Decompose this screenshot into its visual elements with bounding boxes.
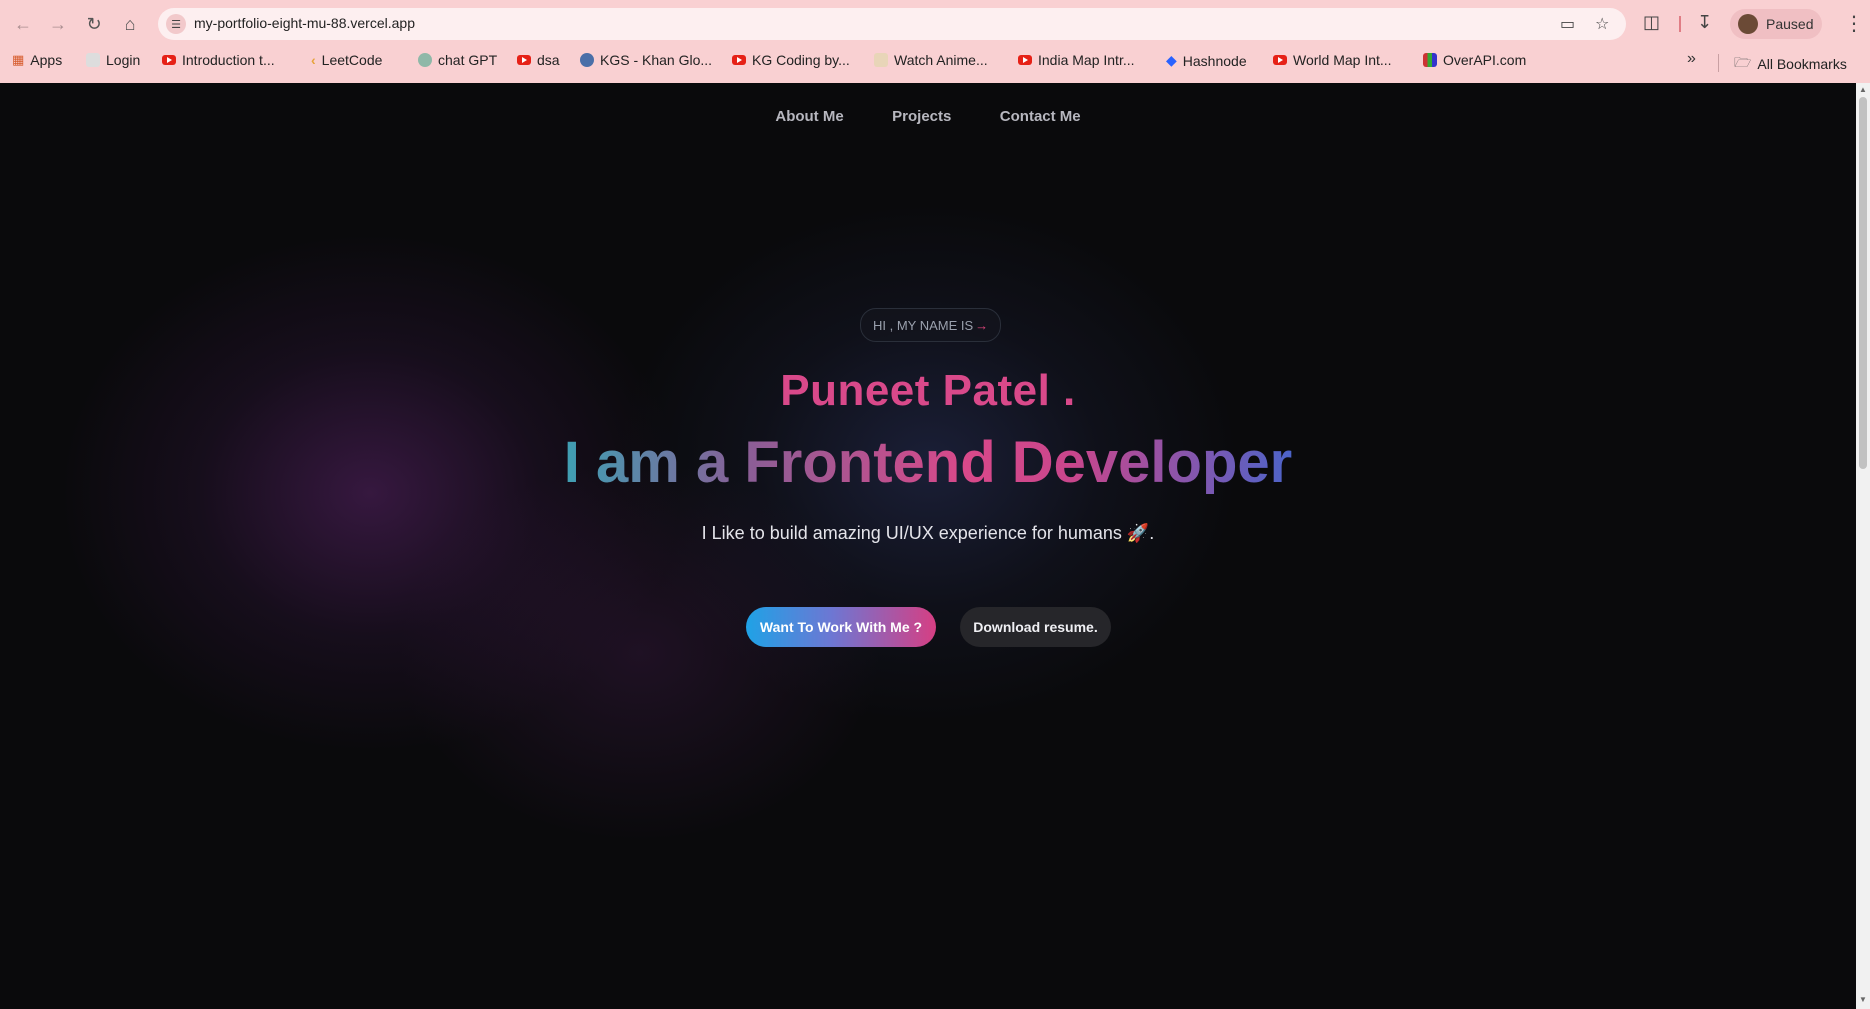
nav-contact-me[interactable]: Contact Me	[1000, 108, 1081, 125]
youtube-icon	[517, 55, 531, 65]
nav-about-me[interactable]: About Me	[775, 108, 843, 125]
page-icon	[86, 53, 100, 67]
download-icon[interactable]: ↧	[1697, 12, 1712, 33]
chatgpt-icon	[418, 53, 432, 67]
profile-button[interactable]: Paused	[1730, 9, 1822, 39]
youtube-icon	[1273, 55, 1287, 65]
browser-menu-icon[interactable]: ⋮	[1844, 11, 1864, 36]
bookmark-dsa[interactable]: dsa	[517, 52, 560, 68]
page-scrollbar[interactable]: ▲ ▼	[1856, 83, 1870, 1009]
kgs-icon	[580, 53, 594, 67]
bookmarks-divider	[1718, 54, 1719, 72]
hero-tagline: I Like to build amazing UI/UX experience…	[701, 523, 1155, 543]
bookmark-star-icon[interactable]: ☆	[1595, 14, 1609, 34]
hero-headline: I am a Frontend Developer	[0, 429, 1856, 496]
folder-icon: 🗁	[1734, 54, 1752, 70]
page-viewport: About Me Projects Contact Me HI , MY NAM…	[0, 83, 1856, 1009]
intro-pill: HI , MY NAME IS →	[860, 308, 1002, 342]
overapi-icon	[1423, 53, 1437, 67]
youtube-icon	[1018, 55, 1032, 65]
scroll-thumb[interactable]	[1859, 97, 1867, 469]
toolbar-divider	[1679, 16, 1681, 32]
work-with-me-button[interactable]: Want To Work With Me ?	[746, 607, 936, 647]
apps-grid-icon: ▦	[12, 52, 25, 67]
browser-chrome: ← → ↻ ⌂ ☰ my-portfolio-eight-mu-88.verce…	[0, 0, 1870, 83]
extensions-icon[interactable]: ◫	[1643, 12, 1660, 33]
youtube-icon	[732, 55, 746, 65]
bookmark-kg-coding[interactable]: KG Coding by...	[732, 52, 850, 68]
avatar	[1738, 14, 1758, 34]
scroll-down-icon[interactable]: ▼	[1859, 995, 1867, 1004]
install-app-icon[interactable]: ▭	[1560, 14, 1575, 34]
back-button[interactable]: ←	[10, 11, 36, 37]
bookmark-watch-anime[interactable]: Watch Anime...	[874, 52, 988, 68]
hero-headline-text: I am a Frontend Developer	[563, 430, 1293, 495]
arrow-right-icon: →	[975, 317, 989, 333]
intro-text: HI , MY NAME IS	[873, 317, 974, 333]
leetcode-icon: ‹	[311, 52, 316, 68]
address-bar[interactable]: ☰ my-portfolio-eight-mu-88.vercel.app ▭ …	[158, 8, 1626, 40]
url-text[interactable]: my-portfolio-eight-mu-88.vercel.app	[194, 15, 415, 31]
all-bookmarks-button[interactable]: 🗁 All Bookmarks	[1734, 52, 1847, 76]
hero-name: Puneet Patel .	[780, 366, 1076, 415]
background-glow	[400, 463, 880, 843]
site-nav: About Me Projects Contact Me	[0, 108, 1856, 126]
hashnode-icon: ◆	[1166, 52, 1177, 68]
bookmark-overapi[interactable]: OverAPI.com	[1423, 52, 1526, 68]
bookmark-world-map[interactable]: World Map Int...	[1273, 52, 1392, 68]
bookmark-leetcode[interactable]: ‹ LeetCode	[311, 52, 382, 68]
youtube-icon	[162, 55, 176, 65]
bookmark-chatgpt[interactable]: chat GPT	[418, 52, 497, 68]
bookmark-login[interactable]: Login	[86, 52, 140, 68]
bookmarks-overflow-button[interactable]: »	[1687, 50, 1696, 68]
scroll-up-icon[interactable]: ▲	[1859, 85, 1867, 94]
reload-button[interactable]: ↻	[81, 11, 107, 37]
download-resume-button[interactable]: Download resume.	[960, 607, 1111, 647]
bookmark-hashnode[interactable]: ◆ Hashnode	[1166, 52, 1247, 69]
bookmark-kgs[interactable]: KGS - Khan Glo...	[580, 52, 712, 68]
site-info-icon[interactable]: ☰	[166, 14, 186, 34]
forward-button[interactable]: →	[45, 11, 71, 37]
anime-icon	[874, 53, 888, 67]
bookmark-apps[interactable]: ▦ Apps	[12, 52, 62, 68]
nav-projects[interactable]: Projects	[892, 108, 951, 125]
profile-status: Paused	[1766, 16, 1814, 32]
home-button[interactable]: ⌂	[117, 11, 143, 37]
bookmark-india-map[interactable]: India Map Intr...	[1018, 52, 1135, 68]
browser-toolbar: ← → ↻ ⌂ ☰ my-portfolio-eight-mu-88.verce…	[0, 0, 1870, 48]
bookmarks-bar: ▦ Apps Login Introduction t... ‹ LeetCod…	[0, 50, 1870, 78]
bookmark-introduction[interactable]: Introduction t...	[162, 52, 275, 68]
